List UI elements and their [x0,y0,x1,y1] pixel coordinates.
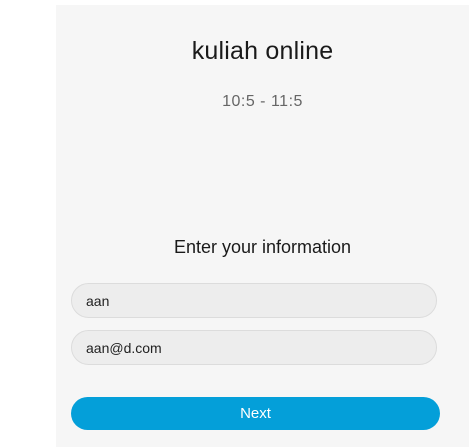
form-heading: Enter your information [173,237,352,257]
join-panel: kuliah online 10:5 - 11:5 Enter your inf… [56,5,469,447]
meeting-time: 10:5 - 11:5 [222,93,303,110]
next-button[interactable]: Next [71,397,440,430]
name-field[interactable] [71,283,437,318]
email-field[interactable] [71,330,437,365]
meeting-title: kuliah online [191,37,334,65]
